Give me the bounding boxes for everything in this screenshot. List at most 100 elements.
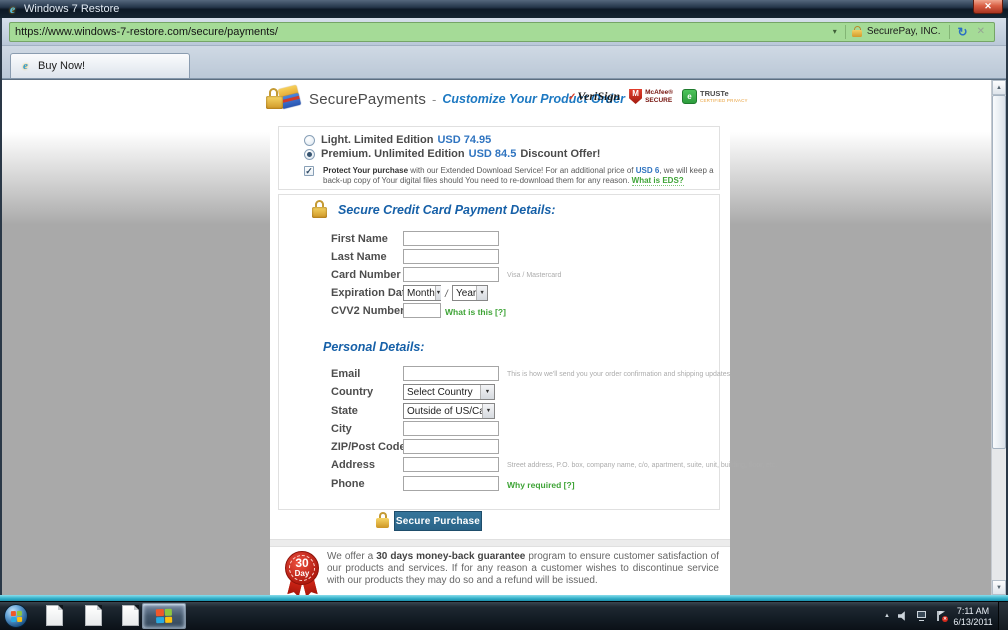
url-dropdown-icon[interactable]	[828, 27, 842, 36]
truste-badge: TRUSTe CERTIFIED PRIVACY	[682, 89, 748, 104]
select-arrow-icon	[435, 286, 441, 300]
stop-icon[interactable]	[977, 26, 985, 37]
country-row: Country Select Country	[279, 384, 719, 401]
trust-badges: VeriSign McAfee® SECURE TRUSTe CERT	[568, 89, 748, 104]
option-premium[interactable]: Premium. Unlimited Edition USD 84.5 Disc…	[304, 148, 600, 160]
clock-time: 7:11 AM	[950, 606, 996, 617]
cvv2-row: CVV2 Number What is this [?]	[279, 303, 719, 320]
zip-input[interactable]	[403, 439, 499, 454]
email-note: This is how we'll send you your order co…	[507, 371, 732, 378]
verisign-badge: VeriSign	[568, 89, 620, 104]
phone-input[interactable]	[403, 476, 499, 491]
url-text[interactable]: https://www.windows-7-restore.com/secure…	[15, 26, 828, 38]
select-arrow-icon	[476, 286, 487, 300]
expiration-row: Expiration Date Month / Year	[279, 285, 719, 302]
alert-badge-icon	[942, 616, 948, 622]
truste-seal-icon	[682, 89, 697, 104]
phone-row: Phone Why required [?]	[279, 476, 719, 493]
taskbar-document-icon[interactable]	[85, 605, 102, 626]
tab-favicon-icon	[19, 60, 32, 72]
cvv2-input[interactable]	[403, 303, 441, 318]
mcafee-badge: McAfee® SECURE	[629, 89, 673, 104]
action-center-icon[interactable]	[936, 611, 948, 622]
mcafee-shield-icon	[629, 89, 642, 104]
close-button[interactable]	[973, 0, 1003, 14]
verisign-check-icon	[568, 92, 576, 103]
show-desktop-button[interactable]	[998, 602, 1008, 630]
refresh-icon[interactable]	[958, 25, 968, 39]
ssl-certificate-badge[interactable]: SecurePay, INC.	[867, 26, 941, 37]
select-arrow-icon	[480, 385, 494, 399]
country-select[interactable]: Select Country	[403, 384, 495, 400]
eds-checkbox[interactable]	[304, 166, 314, 176]
address-divider	[845, 25, 846, 39]
taskbar-active-app[interactable]	[142, 603, 186, 629]
windows-flag-icon	[11, 611, 22, 622]
system-tray	[884, 602, 948, 630]
screen: Windows 7 Restore https://www.windows-7-…	[0, 0, 1008, 630]
eds-text: Protect Your purchase with our Extended …	[323, 166, 715, 186]
payment-lock-icon	[312, 200, 327, 219]
expiration-year-select[interactable]: Year	[452, 285, 488, 301]
details-box: Secure Credit Card Payment Details: Firs…	[278, 194, 720, 510]
taskbar-document-icon[interactable]	[122, 605, 139, 626]
last-name-row: Last Name	[279, 249, 719, 266]
last-name-input[interactable]	[403, 249, 499, 264]
what-is-eds-link[interactable]: What is EDS?	[632, 176, 684, 186]
address-bar[interactable]: https://www.windows-7-restore.com/secure…	[9, 22, 995, 42]
taskbar: 7:11 AM 6/13/2011	[0, 601, 1008, 630]
scrollbar-thumb[interactable]	[992, 95, 1006, 449]
start-button[interactable]	[4, 604, 28, 628]
address-note: Street address, P.O. box, company name, …	[507, 462, 777, 469]
product-options-box: Light. Limited Edition USD 74.95 Premium…	[278, 126, 720, 190]
state-select[interactable]: Outside of US/Cana	[403, 403, 495, 419]
eds-offer: Protect Your purchase with our Extended …	[304, 166, 715, 186]
expiration-month-select[interactable]: Month	[403, 285, 441, 301]
first-name-row: First Name	[279, 231, 719, 248]
scroll-down-icon[interactable]	[992, 580, 1006, 595]
window-frame: https://www.windows-7-restore.com/secure…	[0, 18, 1008, 595]
page-content: SecurePayments - Customize Your Product …	[2, 80, 991, 595]
card-number-row: Card Number Visa / Mastercard	[279, 267, 719, 284]
hidden-icons-icon[interactable]	[884, 613, 890, 619]
brand-dash: -	[432, 92, 436, 107]
address-divider	[949, 25, 950, 39]
windows-flag-icon	[156, 609, 172, 624]
brand-name: SecurePayments	[309, 91, 426, 108]
why-required-link[interactable]: Why required [?]	[507, 480, 575, 490]
scroll-up-icon[interactable]	[992, 80, 1006, 95]
taskbar-clock[interactable]: 7:11 AM 6/13/2011	[950, 606, 996, 628]
what-is-this-link[interactable]: What is this [?]	[445, 307, 506, 317]
address-input[interactable]	[403, 457, 499, 472]
section-divider	[270, 539, 730, 547]
email-input[interactable]	[403, 366, 499, 381]
taskbar-document-icon[interactable]	[46, 605, 63, 626]
purchase-row: Secure Purchase	[270, 511, 730, 533]
select-arrow-icon	[482, 404, 494, 418]
tab-buy-now[interactable]: Buy Now!	[10, 53, 190, 78]
clock-date: 6/13/2011	[950, 617, 996, 628]
state-row: State Outside of US/Cana	[279, 403, 719, 420]
radio-premium[interactable]	[304, 149, 315, 160]
personal-section-heading: Personal Details:	[323, 340, 424, 354]
radio-light[interactable]	[304, 135, 315, 146]
city-row: City	[279, 421, 719, 438]
window-titlebar: Windows 7 Restore	[0, 0, 1008, 18]
email-row: Email This is how we'll send you your or…	[279, 366, 719, 383]
address-row: Address Street address, P.O. box, compan…	[279, 457, 719, 474]
volume-icon[interactable]	[898, 611, 909, 621]
window-title: Windows 7 Restore	[24, 3, 119, 15]
vertical-scrollbar[interactable]	[991, 80, 1006, 595]
tab-label: Buy Now!	[38, 60, 85, 72]
30-day-seal-icon: 30 Day	[283, 551, 323, 595]
card-type-note: Visa / Mastercard	[507, 272, 561, 279]
first-name-input[interactable]	[403, 231, 499, 246]
network-icon[interactable]	[917, 611, 928, 621]
ssl-lock-icon	[852, 26, 862, 37]
option-light[interactable]: Light. Limited Edition USD 74.95	[304, 134, 491, 146]
guarantee-section: 30 Day We offer a 30 days money-back gua…	[270, 550, 730, 595]
guarantee-text: We offer a 30 days money-back guarantee …	[327, 551, 719, 587]
city-input[interactable]	[403, 421, 499, 436]
secure-purchase-button[interactable]: Secure Purchase	[394, 511, 482, 531]
card-number-input[interactable]	[403, 267, 499, 282]
